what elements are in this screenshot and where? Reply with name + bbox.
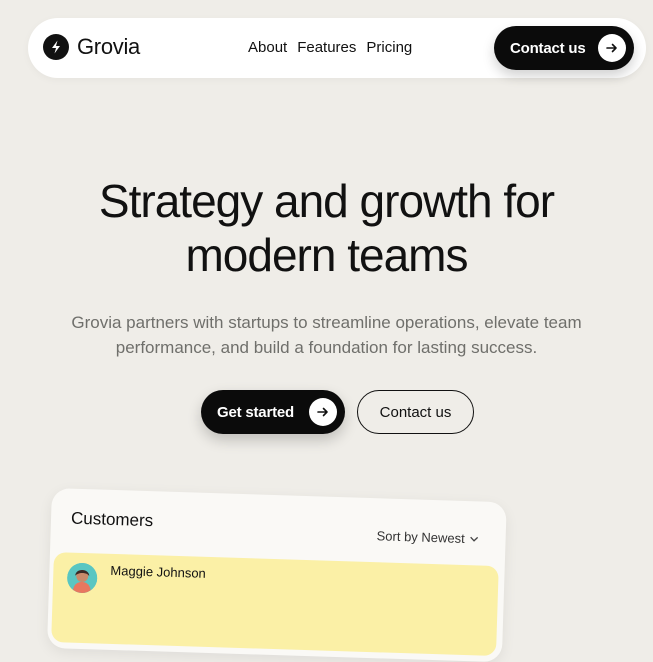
bolt-icon (43, 34, 69, 60)
nav-link-about[interactable]: About (248, 39, 287, 56)
hero-title-line-2: modern teams (185, 229, 468, 281)
top-navbar: Grovia About Features Pricing Contact us (28, 18, 646, 78)
chevron-down-icon (470, 536, 479, 542)
hero-contact-button[interactable]: Contact us (357, 390, 474, 434)
customer-name: Maggie Johnson (110, 562, 207, 581)
nav-contact-button[interactable]: Contact us (494, 26, 634, 70)
arrow-right-icon (309, 398, 337, 426)
hero-title-line-1: Strategy and growth for (98, 175, 555, 227)
nav-contact-label: Contact us (510, 39, 586, 57)
customer-row[interactable]: Maggie Johnson (51, 552, 499, 657)
hero-subtitle: Grovia partners with startups to streaml… (71, 313, 582, 357)
sort-label: Sort by Newest (376, 528, 466, 546)
sort-dropdown[interactable]: Sort by Newest (376, 528, 479, 546)
nav-links: About Features Pricing (248, 39, 412, 56)
brand-logo[interactable]: Grovia (43, 34, 140, 60)
customers-card-title: Customers (70, 508, 154, 531)
hero-title: Strategy and growth for modern teams (0, 174, 653, 282)
get-started-label: Get started (217, 403, 294, 421)
nav-link-features[interactable]: Features (297, 39, 356, 56)
brand-name: Grovia (77, 34, 140, 59)
arrow-right-icon (598, 34, 626, 62)
get-started-button[interactable]: Get started (201, 390, 345, 434)
nav-link-pricing[interactable]: Pricing (366, 39, 412, 56)
customers-card: Customers Sort by Newest Maggie Johnson (46, 488, 507, 662)
